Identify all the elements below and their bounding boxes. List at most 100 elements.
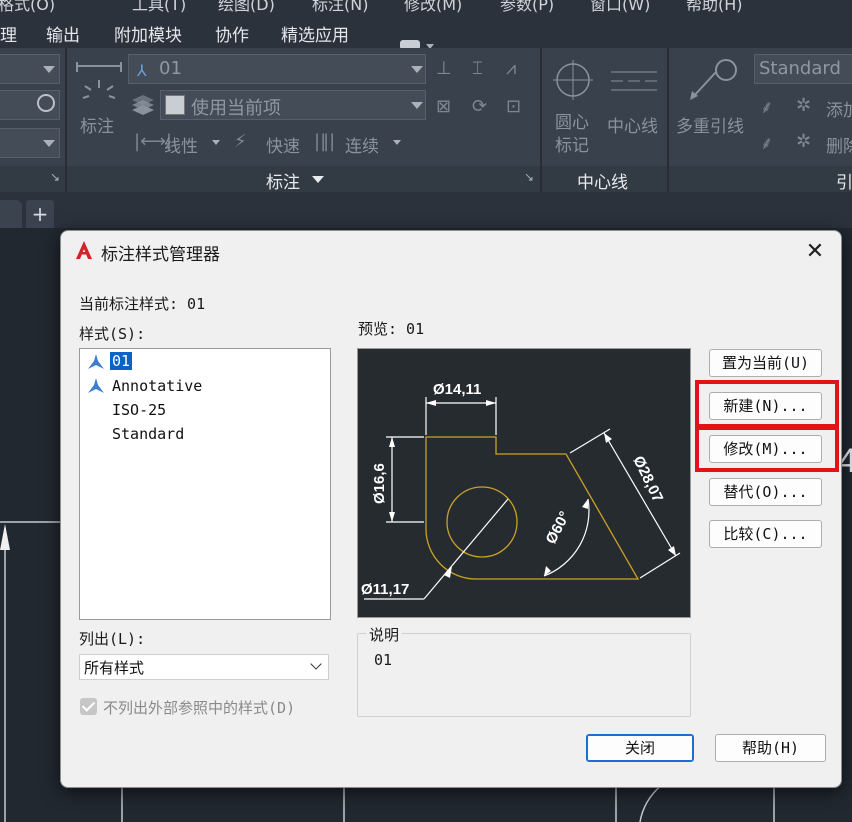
menu-tools[interactable]: 工具(T): [132, 0, 186, 14]
exclude-xref-checkbox[interactable]: [80, 698, 97, 715]
remove-leader-icon[interactable]: ⸙: [760, 131, 774, 155]
styles-listbox[interactable]: 01 Annotative ISO-25 Standard: [79, 348, 331, 620]
dialog-title: 标注样式管理器: [101, 245, 220, 265]
centerline-label[interactable]: 中心线: [607, 112, 658, 137]
styles-label: 样式(S):: [79, 325, 146, 343]
chevron-down-icon: [310, 658, 322, 670]
search-icon: [37, 94, 55, 112]
panel-separator: [667, 48, 669, 192]
multileader-icon[interactable]: [686, 58, 742, 102]
list-filter-label: 列出(L):: [79, 630, 146, 648]
centerline-icon[interactable]: [609, 66, 659, 96]
chevron-down-icon: [411, 102, 423, 109]
menu-draw[interactable]: 绘图(D): [218, 0, 275, 14]
add-leader-label[interactable]: 添加: [826, 96, 852, 121]
preview-dim-top: Ø14,11: [433, 381, 481, 398]
menu-help[interactable]: 帮助(H): [686, 0, 743, 14]
panel-launcher-icon[interactable]: ↘: [524, 170, 534, 184]
list-item[interactable]: Standard: [112, 425, 184, 443]
remove-leader-icon-2[interactable]: ✲: [796, 131, 811, 152]
list-item[interactable]: 01: [110, 352, 133, 370]
document-tab-bar: [0, 192, 852, 228]
help-button[interactable]: 帮助(H): [715, 734, 826, 762]
set-current-button[interactable]: 置为当前(U): [709, 349, 822, 377]
linetype-combo[interactable]: [0, 128, 60, 158]
menu-dimension[interactable]: 标注(N): [312, 0, 368, 14]
linear-dim-button[interactable]: 线性: [164, 132, 198, 157]
document-tab[interactable]: [0, 200, 22, 230]
list-item[interactable]: ISO-25: [112, 401, 166, 419]
center-mark-icon[interactable]: [551, 58, 595, 102]
style-preview: Ø14,11 Ø16,6 Ø28,07 Ø60° Ø11,17: [357, 348, 691, 618]
highlight-modify-box: [695, 426, 839, 472]
dim-style-combo[interactable]: ⅄ 01: [128, 54, 426, 84]
tab-featured-apps[interactable]: 精选应用: [281, 21, 349, 46]
menu-bar: 格式(O) 工具(T) 绘图(D) 标注(N) 修改(M) 参数(P) 窗口(W…: [0, 0, 852, 14]
chevron-down-icon[interactable]: [212, 140, 220, 145]
chevron-down-icon[interactable]: [312, 176, 324, 183]
description-group: [357, 633, 691, 717]
dim-break-icon[interactable]: ⌶: [472, 58, 483, 79]
exclude-xref-label: 不列出外部参照中的样式(D): [103, 699, 296, 717]
dim-style-icon: ⅄: [137, 61, 147, 80]
leader-panel-title: 引: [836, 173, 852, 193]
dimension-tool-icon[interactable]: [75, 58, 125, 108]
quick-dim-button[interactable]: 快速: [266, 132, 300, 157]
dim-oblique-icon[interactable]: ⊠: [436, 96, 451, 117]
remove-leader-label[interactable]: 删除: [826, 132, 852, 157]
menu-window[interactable]: 窗口(W): [590, 0, 650, 14]
layers-icon[interactable]: [130, 94, 156, 118]
tab-manage[interactable]: 理: [0, 21, 17, 46]
annotative-style-icon: [88, 378, 104, 393]
new-tab-plus-icon[interactable]: +: [26, 200, 54, 230]
quick-dim-icon: ⚡: [234, 131, 247, 152]
list-item[interactable]: Annotative: [112, 377, 202, 395]
dim-override-icon[interactable]: ⊡: [506, 96, 521, 117]
add-leader-icon[interactable]: ⸙: [760, 95, 774, 119]
menu-format[interactable]: 格式(O): [0, 0, 55, 14]
close-icon[interactable]: ✕: [801, 239, 829, 264]
multileader-label[interactable]: 多重引线: [676, 112, 744, 137]
dimension-panel-title[interactable]: 标注: [266, 168, 300, 193]
override-style-button[interactable]: 替代(O)...: [709, 478, 822, 506]
color-swatch: [165, 95, 185, 115]
continue-dim-icon: |‖|: [314, 131, 336, 152]
ribbon-tab-bar: 理 输出 附加模块 协作 精选应用: [0, 14, 852, 50]
preview-dim-right: Ø28,07: [629, 453, 666, 505]
dim-layer-combo[interactable]: 使用当前项: [160, 90, 426, 120]
close-button[interactable]: 关闭: [586, 734, 694, 762]
dim-update-icon[interactable]: ⟳: [472, 96, 487, 117]
menu-parametric[interactable]: 参数(P): [500, 0, 554, 14]
dim-jog-icon[interactable]: ⩘: [506, 58, 516, 79]
multileader-style-combo[interactable]: Standard: [754, 54, 852, 84]
tab-addins[interactable]: 附加模块: [114, 21, 182, 46]
add-leader-icon-2[interactable]: ✲: [796, 95, 811, 116]
tab-collaborate[interactable]: 协作: [215, 21, 249, 46]
annotative-style-icon: [88, 354, 104, 369]
layer-combo[interactable]: [0, 54, 60, 84]
description-value: 01: [374, 651, 393, 669]
dimension-style-manager-dialog: 标注样式管理器 ✕ 当前标注样式: 01 样式(S): 预览: 01 01 An…: [60, 230, 842, 788]
centerline-panel-title: 中心线: [577, 173, 628, 193]
preview-dim-left: Ø16,6: [371, 463, 388, 504]
dim-space-icon[interactable]: ⊥: [436, 58, 452, 79]
continue-dim-button[interactable]: 连续: [345, 132, 379, 157]
panel-separator: [540, 48, 542, 192]
preview-dim-angle: Ø60°: [543, 509, 574, 547]
center-mark-label[interactable]: 圆心 标记: [555, 112, 589, 158]
preview-dim-bottom: Ø11,17: [361, 581, 409, 598]
chevron-down-icon[interactable]: [393, 140, 401, 145]
menu-modify[interactable]: 修改(M): [404, 0, 462, 14]
search-combo[interactable]: [0, 90, 60, 120]
ribbon-panel-title-bar: [0, 166, 852, 192]
panel-separator: [65, 48, 67, 192]
dimension-big-label[interactable]: 标注: [80, 112, 114, 137]
autocad-logo-icon: [76, 241, 92, 259]
compare-styles-button[interactable]: 比较(C)...: [709, 520, 822, 548]
list-filter-select[interactable]: 所有样式: [79, 654, 329, 680]
chevron-down-icon: [411, 66, 423, 73]
panel-launcher-icon[interactable]: ↘: [50, 170, 60, 184]
current-style-label: 当前标注样式: 01: [79, 295, 206, 313]
tab-output[interactable]: 输出: [46, 21, 80, 46]
preview-label: 预览: 01: [358, 320, 425, 338]
